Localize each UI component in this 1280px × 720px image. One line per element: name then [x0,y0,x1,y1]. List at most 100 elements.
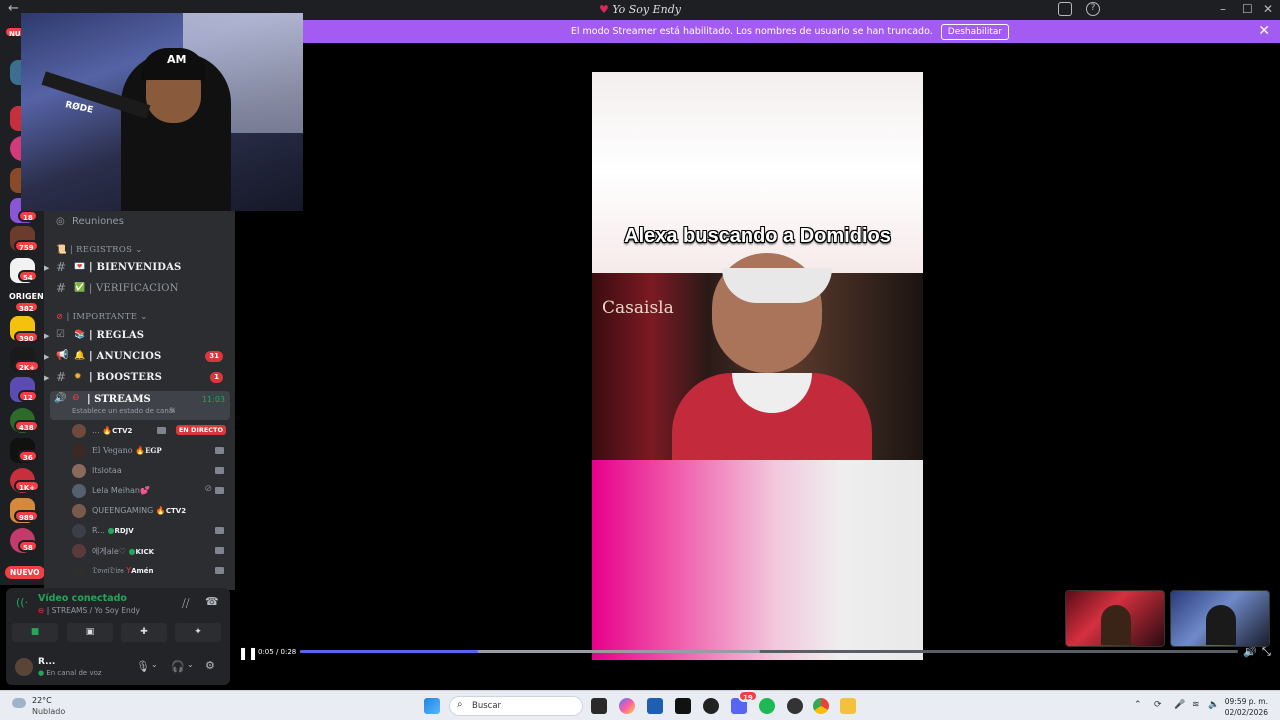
participant-tile[interactable] [1065,590,1165,647]
server-badge: 2K+ [14,360,41,372]
server-badge: 438 [14,420,39,432]
hash-icon: # [56,370,67,384]
participant-tile[interactable] [1170,590,1270,647]
hash-icon: # [56,281,67,295]
origen-server-label[interactable]: ORIGEN [9,292,44,301]
discord-badge: 19 [738,690,758,702]
settings-gear-icon[interactable]: ⚙ [205,659,215,672]
screen-share-button[interactable]: ▣ [67,623,113,642]
user-status: ● En canal de voz [38,669,102,677]
volume-tray-icon[interactable]: 🔈 [1208,700,1219,710]
avatar [72,424,86,438]
headphones-icon[interactable]: 🎧 [171,660,185,673]
fullscreen-icon[interactable]: ⤡ [1262,645,1271,659]
copilot-icon[interactable] [619,698,635,714]
voice-user-row[interactable]: QUEENGAMING 🔥CTV2 [72,502,232,520]
soundboard-button[interactable]: ✦ [175,623,221,642]
disable-streamer-button[interactable]: Deshabilitar [940,23,1010,40]
voice-user-row[interactable]: El Vegano 🔥EGP [72,442,232,460]
signal-icon[interactable]: ((· [16,596,28,609]
seek-bar[interactable] [300,650,1238,653]
caret-right-icon: ▶ [44,374,50,382]
spotify-icon[interactable] [759,698,775,714]
video-caption: Alexa buscando a Domidios [624,225,891,247]
terminal-icon[interactable] [675,698,691,714]
server-badge: 382 [14,301,39,313]
sparkle-icon: ✹ [74,372,82,382]
task-view-icon[interactable] [591,698,607,714]
app-icon[interactable] [787,698,803,714]
server-badge: 390 [14,331,39,343]
voice-user-row[interactable]: Lela Meihan💕 ⊘ [72,482,232,500]
voice-user-name: 𝔇𝔬𝔪𝔦𝔇𝔦𝔬𝔰 YAmén [92,566,154,575]
disconnect-icon[interactable]: ☎ [205,595,219,608]
no-entry-icon: ⊘ [56,312,64,322]
new-servers-badge[interactable]: NUEVO [5,566,45,579]
voice-user-row[interactable]: 에게ale♡ ●KICK [72,542,232,560]
user-name: R... [38,657,56,667]
close-banner-icon[interactable]: ✕ [1258,23,1270,39]
live-badge: EN DIRECTO [175,425,226,435]
camera-icon [215,567,224,574]
store-icon[interactable] [647,698,663,714]
noise-suppression-icon[interactable]: ⧸⧸ [182,597,189,611]
window-title-text: Yo Soy Endy [612,3,682,16]
hash-icon: # [56,260,67,274]
mic-muted-icon: ⊘ [204,484,212,494]
video-sign-text: Casaisla [602,298,674,318]
windows-start-icon[interactable] [424,698,440,714]
chrome-icon[interactable] [813,698,829,714]
chevron-down-icon[interactable]: ⌄ [151,660,158,669]
activities-button[interactable]: ✚ [121,623,167,642]
clock-time: 09:59 p. m. [1224,697,1268,706]
voice-user-row[interactable]: Itslotaa [72,462,232,480]
maximize-icon[interactable]: ☐ [1242,2,1253,16]
chevron-down-icon: ⌄ [140,312,148,322]
microphone-icon[interactable]: 🎙 [136,660,150,673]
inbox-icon[interactable] [1058,2,1072,16]
system-clock[interactable]: 09:59 p. m. 02/02/2026 [1225,696,1268,718]
camera-button[interactable]: ■ [12,623,58,642]
mic-tray-icon[interactable]: 🎤 [1174,700,1185,710]
file-explorer-icon[interactable] [840,698,856,714]
voice-user-name: R... ●RDJV [92,526,134,535]
avatar [72,464,86,478]
channel-streams[interactable]: 🔊 ⊖ | STREAMS 11:03 Establece un estado … [50,391,230,420]
close-window-icon[interactable]: ✕ [1263,2,1273,16]
category-importante[interactable]: ⊘ | IMPORTANTE ⌄ [56,312,148,322]
minimize-icon[interactable]: – [1220,2,1226,16]
user-avatar[interactable] [15,658,33,676]
voice-speaker-icon: 🔊 [54,393,67,404]
bell-icon: 🔔 [74,351,86,361]
voice-channel-path[interactable]: ⊖ | STREAMS / Yo Soy Endy [38,606,140,615]
chevron-up-icon[interactable]: ⌃ [1134,700,1142,710]
sync-icon[interactable]: ⟳ [1154,700,1162,710]
taskbar: 22°C Nublado ⌕ Buscar 19 ⌃ ⟳ 🎤 ≋ 🔈 09:59… [0,690,1280,720]
caret-right-icon: ▶ [44,264,50,272]
activities-icon: ✚ [140,627,148,637]
seek-progress [300,650,479,653]
voice-user-row[interactable]: R... ●RDJV [72,522,232,540]
voice-timer: 11:03 [201,395,225,404]
channel-status-hint[interactable]: Establece un estado de canal [72,407,175,415]
category-registros[interactable]: 📜 | REGISTROS ⌄ [56,245,143,255]
voice-user-name: 에게ale♡ ●KICK [92,547,155,556]
search-icon: ⌕ [457,699,463,710]
video-time: 0:05 / 0:28 [258,648,297,656]
avatar [72,524,86,538]
megaphone-icon: 📢 [56,350,69,361]
channel-streams-label: | STREAMS [87,394,151,405]
taskbar-search[interactable]: ⌕ Buscar [449,696,583,716]
wifi-icon[interactable]: ≋ [1192,700,1200,710]
chevron-down-icon[interactable]: ⌄ [187,660,194,669]
stream-video[interactable]: Alexa buscando a Domidios Casaisla [592,72,923,660]
pause-icon[interactable]: ❚❚ [238,646,258,660]
voice-user-row[interactable]: 𝔇𝔬𝔪𝔦𝔇𝔦𝔬𝔰 YAmén [72,562,232,580]
channel-boosters-label: | BOOSTERS [89,372,162,383]
scroll-icon: 📜 [56,245,67,255]
pencil-icon[interactable]: ✎ [169,406,176,415]
app-icon[interactable] [703,698,719,714]
help-icon[interactable]: ? [1086,2,1100,16]
voice-user-row[interactable]: ... 🔥CTV2 EN DIRECTO [72,422,232,440]
category-importante-label: | IMPORTANTE [66,312,138,322]
